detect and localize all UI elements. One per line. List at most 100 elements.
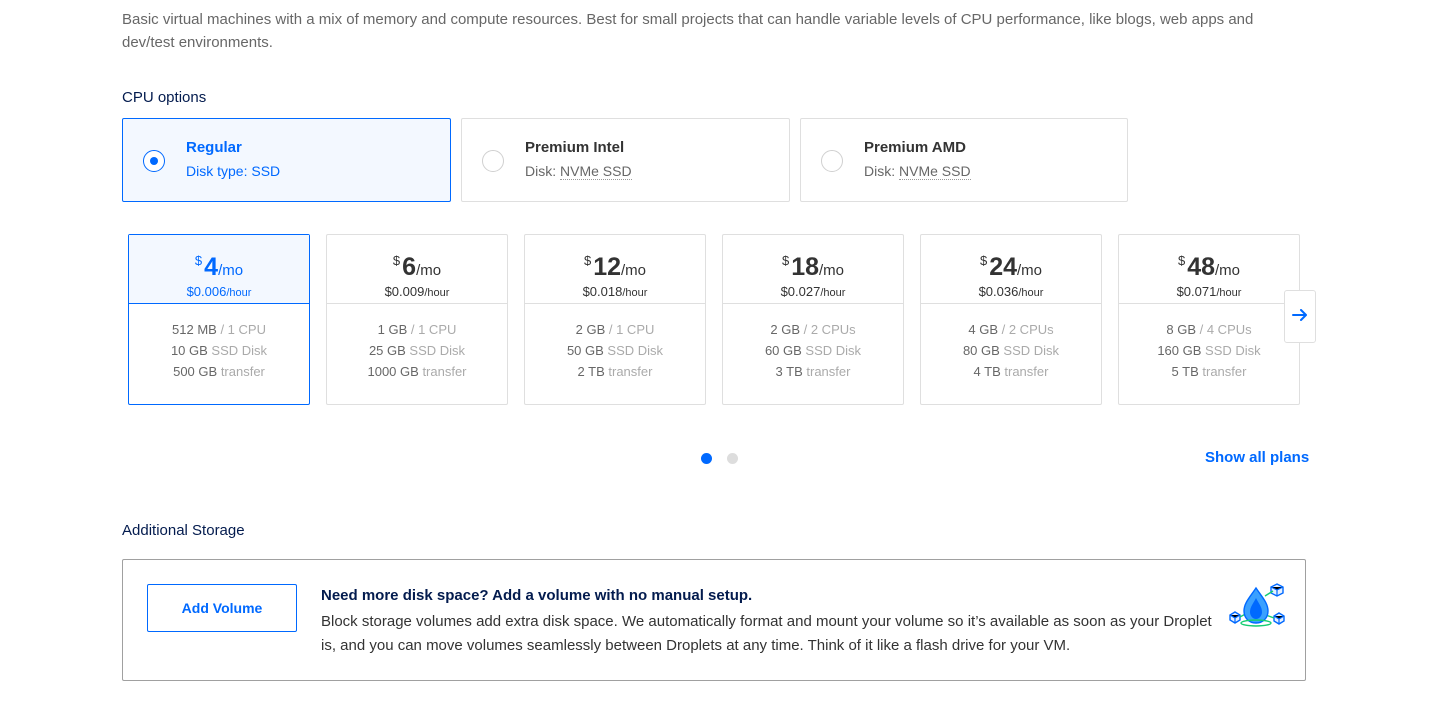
add-volume-button[interactable]: Add Volume [147,584,297,632]
disk-label: SSD Disk [1205,343,1261,358]
pagination-dot-2[interactable] [727,453,738,464]
cpu-options-title: CPU options [122,89,207,106]
cpu-option-premium-intel[interactable]: Premium Intel Disk: NVMe SSD [461,118,790,202]
per-month-label: /mo [1017,262,1043,279]
transfer-label: transfer [1202,364,1247,379]
disk-value: 25 GB [368,343,406,358]
disk-label: SSD Disk [805,343,862,358]
hourly-price: $0.036 [978,284,1019,299]
cpu-option-disk: Disk: NVMe SSD [525,163,632,180]
cpu-value: / 2 CPUs [803,322,856,337]
hourly-price: $0.009 [384,284,425,299]
currency-symbol: $ [979,253,988,268]
plan-card-18[interactable]: $18/mo $0.027/hour 2 GB / 2 CPUs 60 GB S… [722,234,904,405]
disk-value: 10 GB [170,343,208,358]
disk-label: SSD Disk [607,343,664,358]
cpu-option-premium-amd[interactable]: Premium AMD Disk: NVMe SSD [800,118,1128,202]
arrow-right-icon [1292,308,1308,326]
plan-card-12[interactable]: $12/mo $0.018/hour 2 GB / 1 CPU 50 GB SS… [524,234,706,405]
transfer-value: 3 TB [775,364,803,379]
disk-label: SSD Disk [409,343,466,358]
disk-value-tooltip[interactable]: NVMe SSD [899,163,971,180]
cpu-option-regular[interactable]: Regular Disk type: SSD [122,118,451,202]
transfer-label: transfer [220,364,265,379]
storage-headline: Need more disk space? Add a volume with … [321,587,753,604]
disk-label: SSD Disk [211,343,268,358]
plan-card-4[interactable]: $4/mo $0.006/hour 512 MB / 1 CPU 10 GB S… [128,234,310,405]
memory-value: 512 MB [172,322,217,337]
per-hour-label: /hour [820,287,846,299]
hourly-price: $0.006 [186,284,227,299]
pagination-dot-1[interactable] [701,453,712,464]
disk-value: 160 GB [1157,343,1202,358]
plan-price-header: $48/mo $0.071/hour [1119,235,1299,304]
plan-specs: 2 GB / 1 CPU 50 GB SSD Disk 2 TB transfe… [525,304,705,382]
currency-symbol: $ [194,253,203,268]
disk-value: 50 GB [566,343,604,358]
transfer-label: transfer [608,364,653,379]
plan-card-48[interactable]: $48/mo $0.071/hour 8 GB / 4 CPUs 160 GB … [1118,234,1300,405]
radio-unselected-icon[interactable] [482,150,504,172]
radio-selected-icon[interactable] [143,150,165,172]
transfer-label: transfer [1004,364,1049,379]
currency-symbol: $ [1177,253,1186,268]
disk-label: Disk: [525,163,557,179]
radio-unselected-icon[interactable] [821,150,843,172]
per-month-label: /mo [819,262,845,279]
per-hour-label: /hour [424,287,450,299]
plan-specs: 2 GB / 2 CPUs 60 GB SSD Disk 3 TB transf… [723,304,903,382]
per-hour-label: /hour [622,287,648,299]
cpu-value: / 4 CPUs [1199,322,1252,337]
plan-card-24[interactable]: $24/mo $0.036/hour 4 GB / 2 CPUs 80 GB S… [920,234,1102,405]
memory-value: 2 GB [770,322,800,337]
disk-value: 60 GB [764,343,802,358]
disk-label: Disk type: [186,163,248,179]
plan-specs: 1 GB / 1 CPU 25 GB SSD Disk 1000 GB tran… [327,304,507,382]
plan-specs: 4 GB / 2 CPUs 80 GB SSD Disk 4 TB transf… [921,304,1101,382]
disk-value: SSD [251,163,281,179]
memory-value: 8 GB [1166,322,1196,337]
hourly-price: $0.018 [582,284,623,299]
transfer-value: 2 TB [577,364,605,379]
currency-symbol: $ [583,253,592,268]
storage-description: Block storage volumes add extra disk spa… [321,613,1212,654]
plan-price-header: $18/mo $0.027/hour [723,235,903,304]
cpu-option-name: Regular [186,139,242,156]
monthly-price: 4 [204,253,219,281]
cpu-value: / 1 CPU [410,322,457,337]
plan-description: Basic virtual machines with a mix of mem… [122,11,1254,51]
disk-label: Disk: [864,163,896,179]
additional-storage-panel: Add Volume Need more disk space? Add a v… [122,559,1306,681]
plan-card-6[interactable]: $6/mo $0.009/hour 1 GB / 1 CPU 25 GB SSD… [326,234,508,405]
monthly-price: 6 [402,253,417,281]
per-month-label: /mo [218,262,244,279]
transfer-value: 500 GB [173,364,218,379]
cpu-option-name: Premium AMD [864,139,966,156]
cpu-option-disk: Disk: NVMe SSD [864,163,971,180]
disk-label: SSD Disk [1003,343,1060,358]
transfer-value: 1000 GB [367,364,419,379]
transfer-value: 5 TB [1171,364,1199,379]
disk-value-tooltip[interactable]: NVMe SSD [560,163,632,180]
monthly-price: 18 [791,253,820,281]
disk-value: 80 GB [962,343,1000,358]
per-month-label: /mo [1215,262,1241,279]
plan-price-header: $24/mo $0.036/hour [921,235,1101,304]
hourly-price: $0.071 [1176,284,1217,299]
plan-specs: 512 MB / 1 CPU 10 GB SSD Disk 500 GB tra… [129,304,309,382]
memory-value: 2 GB [575,322,606,337]
hourly-price: $0.027 [780,284,821,299]
transfer-label: transfer [806,364,851,379]
transfer-label: transfer [422,364,467,379]
show-all-plans-link[interactable]: Show all plans [1205,449,1309,466]
carousel-next-button[interactable] [1284,290,1316,343]
plan-price-header: $6/mo $0.009/hour [327,235,507,304]
per-hour-label: /hour [226,287,252,299]
per-month-label: /mo [621,262,647,279]
additional-storage-title: Additional Storage [122,522,245,539]
cpu-option-name: Premium Intel [525,139,625,156]
memory-value: 4 GB [968,322,998,337]
per-hour-label: /hour [1018,287,1044,299]
monthly-price: 48 [1187,253,1216,281]
cpu-value: / 1 CPU [608,322,655,337]
